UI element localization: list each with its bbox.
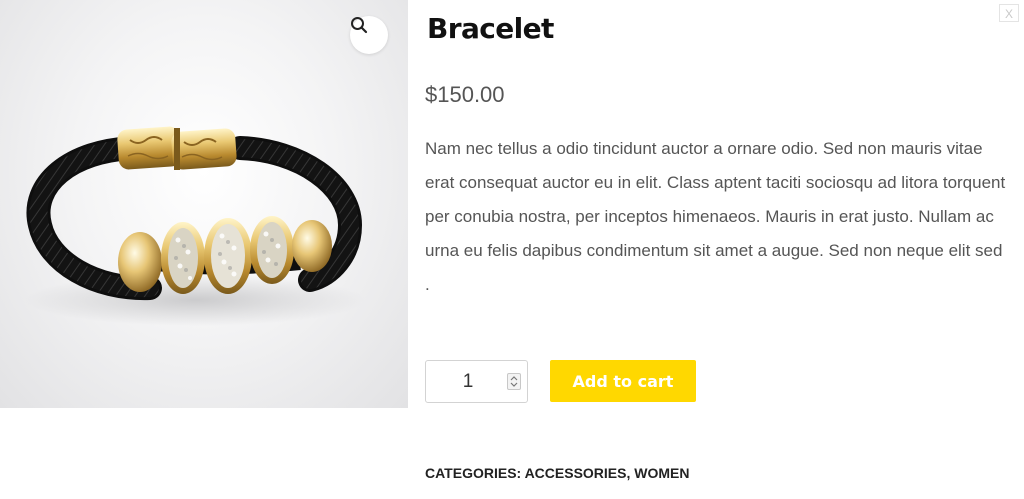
quantity-stepper[interactable] (507, 373, 521, 390)
stepper-arrows-icon (510, 376, 518, 387)
product-price: $150.00 (425, 82, 505, 107)
product-image[interactable] (0, 0, 408, 408)
quantity-field[interactable]: 1 (425, 360, 528, 403)
category-separator: , (626, 465, 631, 481)
product-image-gallery (0, 0, 408, 408)
product-categories: Categories: Accessories, Women (425, 465, 689, 481)
product-description: Nam nec tellus a odio tincidunt auctor a… (425, 139, 1006, 294)
quantity-value[interactable]: 1 (426, 361, 510, 402)
add-to-cart-button[interactable]: Add to cart (550, 360, 696, 402)
category-link-accessories[interactable]: Accessories (525, 465, 627, 481)
magnifier-icon (351, 17, 368, 34)
category-link-women[interactable]: Women (634, 465, 689, 481)
close-button[interactable]: X (999, 4, 1019, 22)
product-title: Bracelet (427, 12, 554, 45)
categories-label: Categories: (425, 465, 525, 481)
zoom-button[interactable] (350, 16, 388, 54)
